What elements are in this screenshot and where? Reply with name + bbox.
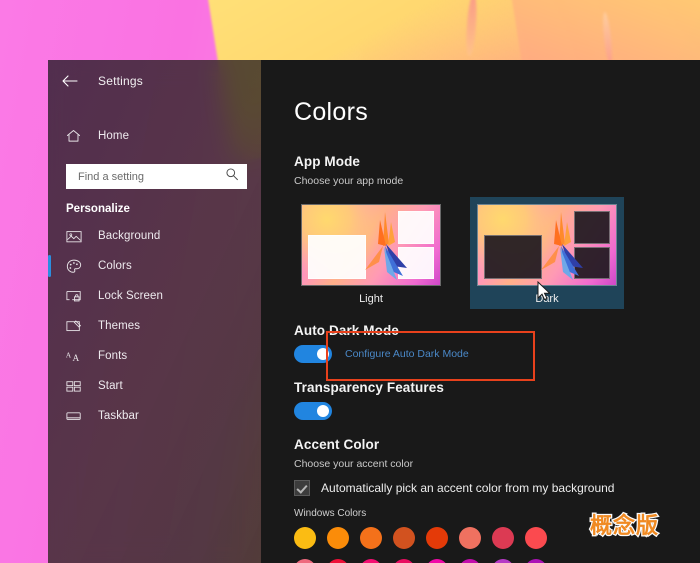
accent-swatch[interactable]: [459, 527, 481, 549]
sidebar-item-home[interactable]: Home: [48, 121, 261, 151]
accent-swatch[interactable]: [294, 527, 316, 549]
dark-mode-preview: [477, 204, 617, 286]
auto-accent-checkbox[interactable]: [294, 480, 310, 496]
accent-swatch[interactable]: [459, 559, 481, 563]
transparency-heading: Transparency Features: [294, 380, 700, 395]
accent-swatch[interactable]: [426, 559, 448, 563]
auto-accent-checkbox-row[interactable]: Automatically pick an accent color from …: [294, 480, 700, 496]
configure-auto-dark-mode-link[interactable]: Configure Auto Dark Mode: [345, 348, 469, 360]
accent-color-heading: Accent Color: [294, 437, 700, 452]
sidebar-item-label: Colors: [98, 260, 132, 272]
transparency-toggle[interactable]: [294, 402, 332, 420]
taskbar-icon: [66, 408, 86, 424]
app-mode-description: Choose your app mode: [294, 175, 700, 187]
auto-dark-mode-heading: Auto Dark Mode: [294, 323, 700, 338]
app-mode-option-dark[interactable]: Dark: [470, 197, 624, 309]
title-bar: Settings: [48, 60, 261, 101]
sidebar-nav: Home Personalize: [48, 101, 261, 431]
sidebar-item-label: Background: [98, 230, 160, 242]
search-input[interactable]: [76, 170, 225, 184]
fonts-icon: A A: [66, 348, 86, 364]
sidebar-item-colors[interactable]: Colors: [48, 251, 261, 281]
sidebar: Settings Home: [48, 60, 261, 563]
home-icon: [66, 128, 86, 144]
palette-icon: [66, 258, 86, 274]
search-icon[interactable]: [225, 167, 239, 186]
flower-graphic: [539, 210, 585, 282]
accent-swatch[interactable]: [360, 559, 382, 563]
accent-color-description: Choose your accent color: [294, 458, 700, 470]
settings-window: Settings Home: [48, 60, 700, 563]
flower-graphic: [363, 210, 409, 282]
app-mode-option-light[interactable]: Light: [294, 197, 448, 309]
sidebar-item-lock-screen[interactable]: Lock Screen: [48, 281, 261, 311]
screen: Settings Home: [0, 0, 700, 563]
page-title: Colors: [294, 98, 700, 127]
window-title: Settings: [98, 74, 143, 88]
app-mode-options: Light: [294, 197, 700, 309]
accent-swatch[interactable]: [393, 559, 415, 563]
sidebar-item-background[interactable]: Background: [48, 221, 261, 251]
auto-accent-checkbox-label: Automatically pick an accent color from …: [321, 481, 614, 495]
accent-swatch[interactable]: [327, 527, 349, 549]
accent-swatch[interactable]: [525, 527, 547, 549]
svg-text:A: A: [66, 350, 72, 359]
sidebar-item-label: Home: [98, 130, 129, 142]
auto-dark-mode-toggle[interactable]: [294, 345, 332, 363]
sidebar-item-label: Fonts: [98, 350, 127, 362]
start-icon: [66, 378, 86, 394]
accent-swatch[interactable]: [360, 527, 382, 549]
accent-swatch[interactable]: [492, 559, 514, 563]
accent-swatch[interactable]: [426, 527, 448, 549]
image-icon: [66, 228, 86, 244]
sidebar-item-label: Themes: [98, 320, 140, 332]
sidebar-item-taskbar[interactable]: Taskbar: [48, 401, 261, 431]
accent-color-swatches: [294, 527, 541, 563]
sidebar-item-fonts[interactable]: A A Fonts: [48, 341, 261, 371]
auto-dark-mode-row: Configure Auto Dark Mode: [294, 345, 700, 363]
sidebar-item-start[interactable]: Start: [48, 371, 261, 401]
lock-screen-icon: [66, 288, 86, 304]
watermark: 概念版: [590, 508, 659, 540]
sidebar-item-label: Lock Screen: [98, 290, 163, 302]
transparency-row: [294, 402, 700, 420]
sidebar-item-themes[interactable]: Themes: [48, 311, 261, 341]
sidebar-item-label: Start: [98, 380, 123, 392]
accent-swatch[interactable]: [327, 559, 349, 563]
main-content: Colors App Mode Choose your app mode: [261, 60, 700, 563]
app-mode-label: Dark: [477, 293, 617, 305]
accent-swatch[interactable]: [393, 527, 415, 549]
back-arrow-icon[interactable]: [48, 60, 92, 101]
accent-swatch[interactable]: [525, 559, 547, 563]
app-mode-heading: App Mode: [294, 154, 700, 169]
sidebar-item-label: Taskbar: [98, 410, 139, 422]
themes-icon: [66, 318, 86, 334]
app-mode-label: Light: [301, 293, 441, 305]
search-box[interactable]: [66, 164, 247, 189]
accent-swatch[interactable]: [294, 559, 316, 563]
svg-text:A: A: [72, 354, 79, 363]
light-mode-preview: [301, 204, 441, 286]
accent-swatch[interactable]: [492, 527, 514, 549]
sidebar-section-label: Personalize: [48, 203, 261, 215]
